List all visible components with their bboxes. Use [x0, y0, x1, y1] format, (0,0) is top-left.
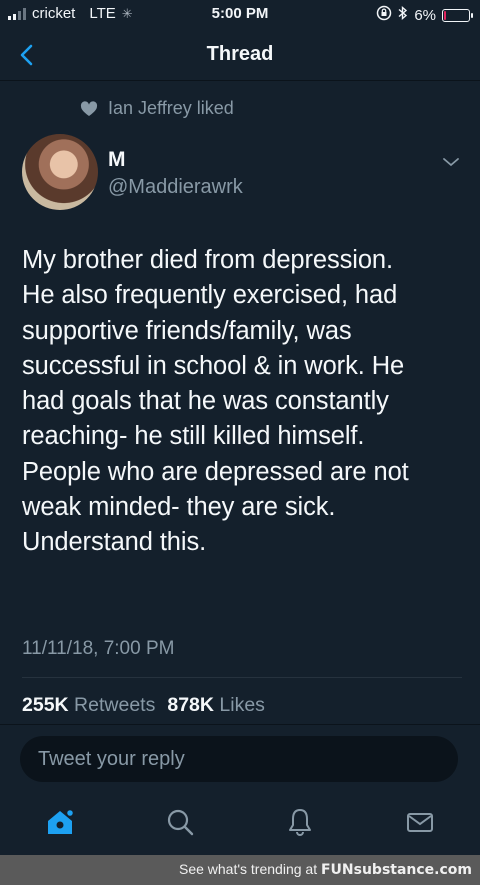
likes-label: Likes — [219, 694, 265, 716]
tweet-line: My brother died from depression. — [22, 246, 393, 274]
tweet-line: weak minded- they are sick. — [22, 493, 336, 522]
reply-input[interactable] — [20, 736, 458, 782]
tweet-menu-button[interactable] — [440, 154, 462, 170]
status-bar: cricket LTE ✳ 5:00 PM 6% — [0, 0, 480, 30]
banner-brand: FUNsubstance.com — [320, 862, 472, 878]
status-right: 6% — [376, 5, 473, 25]
tweet-line: He also frequently exercised, had — [22, 281, 398, 310]
tab-messages[interactable] — [404, 806, 436, 838]
avatar[interactable] — [22, 134, 98, 210]
bell-icon — [289, 809, 311, 836]
divider — [22, 677, 462, 678]
social-context[interactable]: Ian Jeffrey liked — [80, 98, 234, 119]
tweet-timestamp: 11/11/18, 7:00 PM — [22, 638, 175, 659]
social-context-label: Ian Jeffrey liked — [108, 98, 234, 118]
tweet-text: My brother died from depression. He also… — [22, 243, 467, 561]
author-name[interactable]: M — [108, 148, 126, 172]
orientation-lock-icon — [376, 5, 392, 25]
page-title: Thread — [206, 43, 274, 65]
battery-icon — [442, 8, 473, 22]
bluetooth-icon — [398, 5, 408, 25]
retweets-count: 255K — [22, 694, 69, 716]
likes-count: 878K — [167, 694, 214, 716]
envelope-icon — [407, 813, 433, 832]
tweet-line: successful in school & in work. He — [22, 351, 405, 380]
tweet-line: had goals that he was constantly — [22, 387, 389, 416]
chevron-down-icon — [443, 158, 459, 167]
battery-percent: 6% — [414, 6, 436, 24]
tab-notifications[interactable] — [284, 806, 316, 838]
retweets-stat[interactable]: 255K Retweets — [22, 694, 155, 717]
heart-icon — [80, 100, 98, 116]
retweets-label: Retweets — [74, 694, 156, 716]
tweet-line: reaching- he still killed himself. — [22, 422, 365, 451]
banner-prefix: See what's trending at — [178, 861, 318, 877]
home-icon — [48, 808, 75, 834]
banner-text: See what's trending at FUNsubstance.com — [179, 861, 472, 878]
tweet-line: People who are depressed are not — [22, 457, 409, 486]
search-icon — [167, 809, 194, 836]
nav-bar: Thread — [0, 30, 480, 81]
battery-level — [444, 10, 446, 20]
tab-search[interactable] — [164, 806, 196, 838]
author-handle[interactable]: @Maddierawrk — [108, 176, 243, 199]
tweet-line: supportive friends/family, was — [22, 316, 352, 345]
watermark-banner: See what's trending at FUNsubstance.com — [0, 855, 480, 885]
tweet-stats: 255K Retweets 878K Likes — [22, 694, 265, 717]
likes-stat[interactable]: 878K Likes — [167, 694, 265, 717]
tweet-line: Understand this. — [22, 528, 207, 557]
tab-home[interactable] — [44, 806, 76, 838]
